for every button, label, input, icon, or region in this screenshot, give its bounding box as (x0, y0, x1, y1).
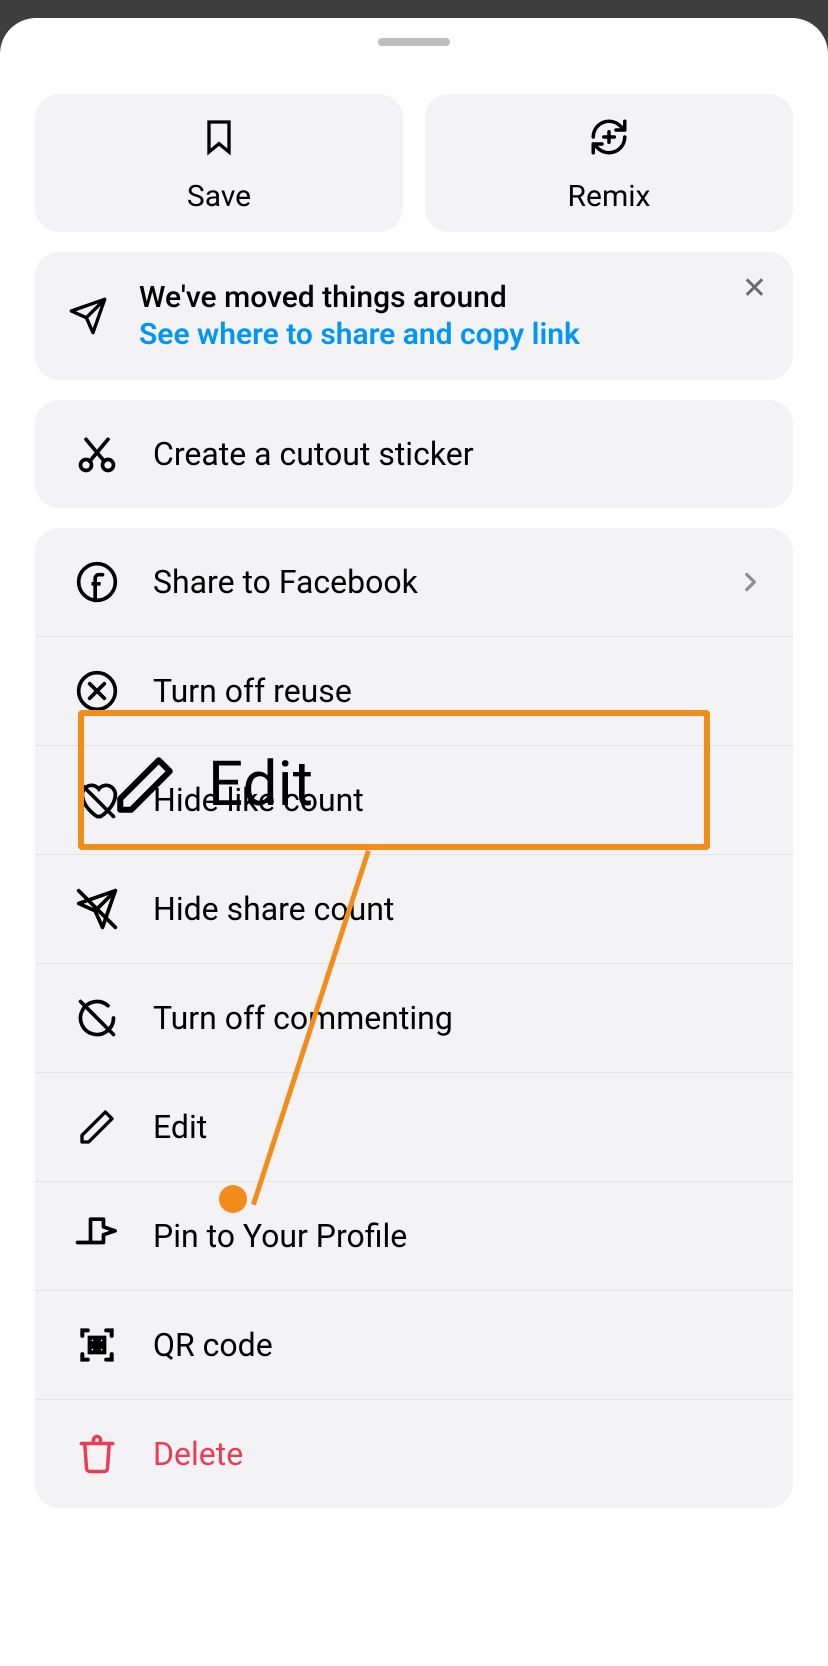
cutout-card: Create a cutout sticker (35, 400, 793, 508)
top-buttons-row: Save Remix (35, 94, 793, 232)
close-icon[interactable]: ✕ (742, 274, 767, 304)
scissors-icon (73, 430, 121, 478)
bottom-sheet: Save Remix (0, 18, 828, 1666)
edit-label: Edit (153, 1108, 763, 1146)
qr-code-icon (73, 1321, 121, 1369)
info-link[interactable]: See where to share and copy link (139, 317, 763, 352)
sheet-grabber[interactable] (378, 38, 450, 46)
turn-off-commenting-button[interactable]: Turn off commenting (35, 964, 793, 1073)
cutout-label: Create a cutout sticker (153, 435, 763, 473)
facebook-icon (73, 558, 121, 606)
delete-button[interactable]: Delete (35, 1400, 793, 1508)
pin-to-profile-button[interactable]: Pin to Your Profile (35, 1182, 793, 1291)
turn-off-reuse-button[interactable]: Turn off reuse (35, 637, 793, 746)
info-banner[interactable]: We've moved things around See where to s… (35, 252, 793, 380)
remix-label: Remix (568, 179, 651, 214)
hide-like-count-button[interactable]: Hide like count (35, 746, 793, 855)
qr-label: QR code (153, 1326, 763, 1364)
delete-label: Delete (153, 1435, 763, 1473)
hide-like-count-label: Hide like count (153, 781, 763, 819)
hide-share-count-button[interactable]: Hide share count (35, 855, 793, 964)
share-facebook-label: Share to Facebook (153, 563, 737, 601)
share-icon (65, 293, 111, 339)
turn-off-commenting-label: Turn off commenting (153, 999, 763, 1037)
qr-code-button[interactable]: QR code (35, 1291, 793, 1400)
circle-x-icon (73, 667, 121, 715)
remix-button[interactable]: Remix (425, 94, 793, 232)
hide-share-count-label: Hide share count (153, 890, 763, 928)
bookmark-icon (195, 113, 243, 161)
chevron-right-icon (737, 569, 763, 595)
info-texts: We've moved things around See where to s… (139, 280, 763, 352)
save-label: Save (187, 179, 251, 214)
heart-off-icon (73, 776, 121, 824)
comment-off-icon (73, 994, 121, 1042)
pin-label: Pin to Your Profile (153, 1217, 763, 1255)
remix-icon (585, 113, 633, 161)
main-menu: Share to Facebook Turn off reuse (35, 528, 793, 1508)
save-button[interactable]: Save (35, 94, 403, 232)
create-cutout-sticker-button[interactable]: Create a cutout sticker (35, 400, 793, 508)
trash-icon (73, 1430, 121, 1478)
annotation-dot (219, 1185, 247, 1213)
pin-icon (73, 1212, 121, 1260)
info-title: We've moved things around (139, 280, 763, 315)
edit-button[interactable]: Edit (35, 1073, 793, 1182)
turn-off-reuse-label: Turn off reuse (153, 672, 763, 710)
share-off-icon (73, 885, 121, 933)
pencil-icon (73, 1103, 121, 1151)
sheet-content: Save Remix (0, 94, 828, 1508)
share-to-facebook-button[interactable]: Share to Facebook (35, 528, 793, 637)
